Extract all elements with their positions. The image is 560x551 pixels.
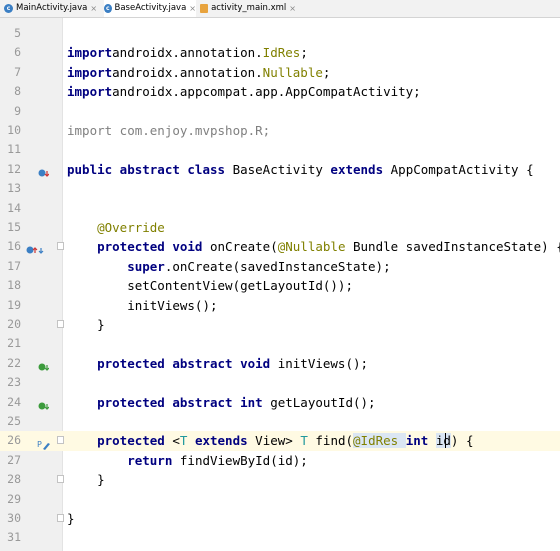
code-line[interactable]: 23: [0, 373, 560, 392]
line-number[interactable]: 31: [0, 528, 21, 547]
fold-marker-icon[interactable]: [57, 242, 64, 251]
close-tab-icon[interactable]: ×: [90, 0, 97, 17]
code-line[interactable]: 30}: [0, 509, 560, 528]
code-text: importandroidx.annotation.IdRes;: [67, 45, 308, 61]
override-down-icon[interactable]: [38, 164, 50, 177]
editor-tab-bar: c MainActivity.java × c BaseActivity.java × ac…: [0, 0, 560, 18]
code-text: protected <T extends View> T find(@IdRes…: [67, 433, 474, 449]
line-number[interactable]: 8: [0, 82, 21, 101]
java-class-icon: c: [104, 4, 112, 13]
code-text: protected abstract int getLayoutId();: [67, 394, 376, 410]
code-line[interactable]: 7 importandroidx.annotation.Nullable;: [0, 63, 560, 82]
code-line[interactable]: 22 protected abstract void initViews();: [0, 354, 560, 373]
tab-label: MainActivity.java: [16, 3, 88, 13]
line-number[interactable]: 27: [0, 451, 21, 470]
line-number[interactable]: 22: [0, 354, 21, 373]
line-number[interactable]: 20: [0, 315, 21, 334]
code-line[interactable]: 29: [0, 490, 560, 509]
code-line[interactable]: 6 importandroidx.annotation.IdRes;: [0, 43, 560, 62]
line-number[interactable]: 23: [0, 373, 21, 392]
code-line[interactable]: 13: [0, 179, 560, 198]
code-line[interactable]: 5: [0, 24, 560, 43]
tab-label: activity_main.xml: [211, 3, 287, 13]
code-line[interactable]: 16 protected void onCreate(@Nullable Bun…: [0, 237, 560, 256]
line-number[interactable]: 25: [0, 412, 21, 431]
line-number[interactable]: 10: [0, 121, 21, 140]
tab-mainactivity-java[interactable]: c MainActivity.java ×: [4, 0, 100, 17]
line-number[interactable]: 26: [0, 431, 21, 450]
line-number[interactable]: 16: [0, 237, 21, 256]
tab-baseactivity-java[interactable]: c BaseActivity.java ×: [104, 0, 196, 17]
code-text: return findViewById(id);: [67, 452, 308, 468]
line-number[interactable]: 7: [0, 63, 21, 82]
code-text: import com.enjoy.mvpshop.R;: [67, 123, 271, 138]
code-line[interactable]: 9: [0, 102, 560, 121]
code-text: setContentView(getLayoutId());: [67, 278, 353, 294]
fold-marker-icon[interactable]: [57, 436, 64, 445]
code-line[interactable]: 10 import com.enjoy.mvpshop.R;: [0, 121, 560, 140]
text-cursor: [445, 433, 446, 449]
code-line[interactable]: 25: [0, 412, 560, 431]
line-number[interactable]: 19: [0, 296, 21, 315]
code-line[interactable]: 31: [0, 528, 560, 547]
code-line[interactable]: 15 @Override: [0, 218, 560, 237]
line-number[interactable]: 15: [0, 218, 21, 237]
fold-marker-icon[interactable]: [57, 475, 64, 484]
code-text: }: [67, 511, 75, 526]
code-line[interactable]: 27 return findViewById(id);: [0, 451, 560, 470]
override-up-down-icon[interactable]: [26, 241, 44, 255]
close-tab-icon[interactable]: ×: [289, 0, 296, 17]
code-text: initViews();: [67, 297, 218, 313]
code-text: importandroidx.annotation.Nullable;: [67, 64, 331, 80]
line-number[interactable]: 13: [0, 179, 21, 198]
line-number[interactable]: 9: [0, 102, 21, 121]
tab-activity_main-xml[interactable]: activity_main.xml ×: [200, 0, 296, 17]
code-line[interactable]: 12 public abstract class BaseActivity ext…: [0, 160, 560, 179]
edit-icon[interactable]: P: [37, 435, 50, 451]
line-number[interactable]: 11: [0, 140, 21, 159]
fold-marker-icon[interactable]: [57, 320, 64, 328]
code-line[interactable]: 21: [0, 334, 560, 353]
line-number[interactable]: 28: [0, 470, 21, 489]
code-line[interactable]: 26 P protected <T extends View> T find(@I…: [0, 431, 560, 451]
line-number[interactable]: 14: [0, 199, 21, 218]
code-text: importandroidx.appcompat.app.AppCompatAc…: [67, 84, 421, 100]
code-line[interactable]: 28 }: [0, 470, 560, 489]
code-text: super.onCreate(savedInstanceState);: [67, 258, 391, 274]
code-text: @Override: [67, 220, 165, 235]
line-number[interactable]: 12: [0, 160, 21, 179]
code-line[interactable]: 11: [0, 140, 560, 159]
tab-label: BaseActivity.java: [114, 3, 187, 13]
svg-text:P: P: [37, 440, 42, 449]
code-line[interactable]: 14: [0, 199, 560, 218]
code-line[interactable]: 24 protected abstract int getLayoutId();: [0, 393, 560, 412]
code-line[interactable]: 19 initViews();: [0, 296, 560, 315]
code-text: }: [67, 317, 105, 332]
java-class-icon: c: [4, 4, 13, 13]
line-number[interactable]: 29: [0, 490, 21, 509]
close-tab-icon[interactable]: ×: [189, 0, 196, 17]
code-line[interactable]: 8 importandroidx.appcompat.app.AppCompatA…: [0, 82, 560, 101]
line-number[interactable]: 5: [0, 24, 21, 43]
code-text: }: [67, 472, 105, 488]
line-number[interactable]: 6: [0, 43, 21, 62]
fold-marker-icon[interactable]: [57, 514, 64, 522]
line-number[interactable]: 24: [0, 393, 21, 412]
code-text: protected abstract void initViews();: [67, 355, 369, 371]
code-line[interactable]: 17 super.onCreate(savedInstanceState);: [0, 257, 560, 276]
line-number[interactable]: 17: [0, 257, 21, 276]
xml-file-icon: [200, 4, 209, 13]
line-number[interactable]: 18: [0, 276, 21, 295]
line-number[interactable]: 21: [0, 334, 21, 353]
code-text: protected void onCreate(@Nullable Bundle…: [67, 239, 560, 255]
line-number[interactable]: 30: [0, 509, 21, 528]
code-line[interactable]: 18 setContentView(getLayoutId());: [0, 276, 560, 295]
implemented-down-icon[interactable]: [38, 397, 50, 410]
code-line[interactable]: 20 }: [0, 315, 560, 334]
code-text: public abstract class BaseActivity exten…: [67, 161, 534, 177]
implemented-down-icon[interactable]: [38, 358, 50, 371]
